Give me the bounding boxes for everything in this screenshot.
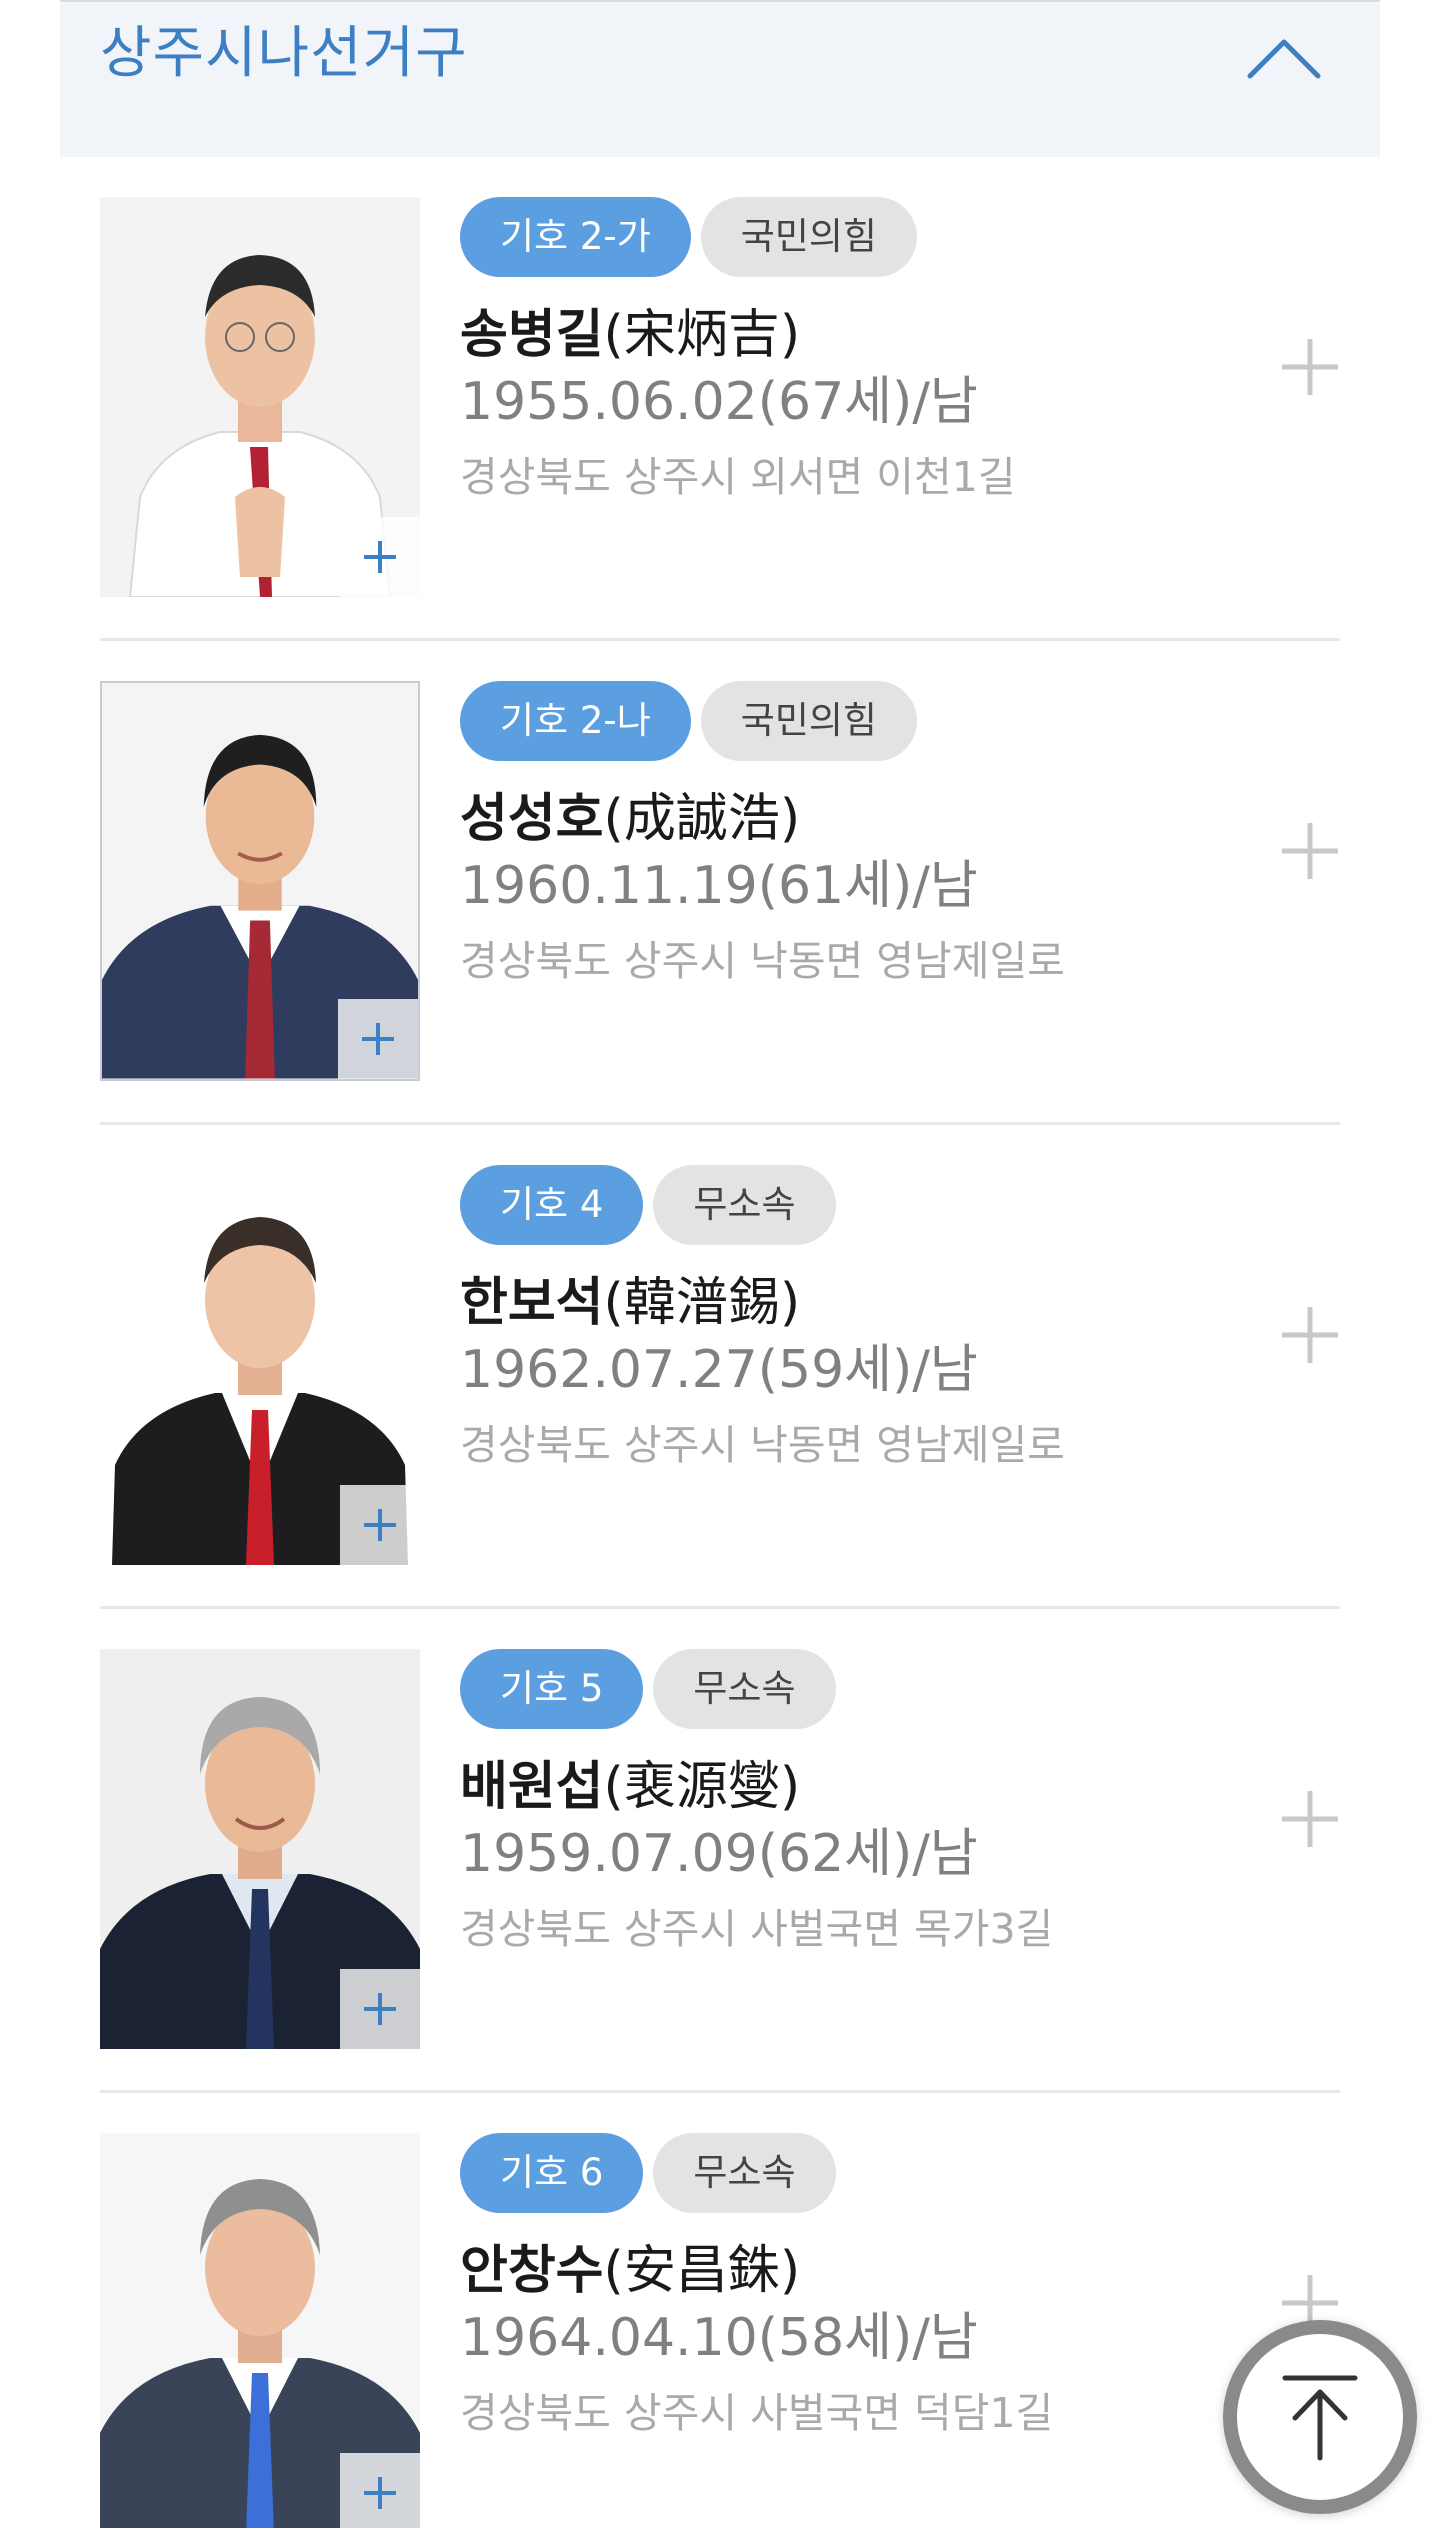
expand-button[interactable] [1280,821,1340,881]
candidate-hanja: (宋炳吉) [603,305,801,365]
party-badge: 국민의힘 [700,681,917,761]
ballot-number-badge: 기호 2-나 [460,681,691,761]
arrow-up-to-top-icon [1282,2375,1358,2461]
candidate-photo[interactable] [100,197,420,597]
ballot-number-badge: 기호 6 [460,2133,644,2213]
candidate-name-line: 배원섭(裵源燮) [460,1754,800,1820]
candidate-card[interactable]: 기호 4 무소속 한보석(韓潽錫) 1962.07.27(59세)/남 경상북도… [100,1125,1340,1609]
candidate-birth: 1960.11.19(61세)/남 [460,856,978,916]
candidate-address: 경상북도 상주시 낙동면 영남제일로 [460,937,1065,985]
plus-icon [364,1993,396,2025]
candidate-photo[interactable] [100,1165,420,1565]
candidate-badges: 기호 6 무소속 [460,2133,836,2213]
plus-icon [1282,823,1338,879]
candidate-card[interactable]: 기호 2-가 국민의힘 송병길(宋炳吉) 1955.06.02(67세)/남 경… [100,157,1340,641]
candidate-address: 경상북도 상주시 사벌국면 목가3길 [460,1905,1054,1953]
candidate-badges: 기호 2-가 국민의힘 [460,197,917,277]
party-badge: 국민의힘 [700,197,917,277]
chevron-up-icon [1247,39,1321,79]
candidate-hanja: (韓潽錫) [603,1273,801,1333]
candidate-name-line: 송병길(宋炳吉) [460,302,800,368]
party-badge: 무소속 [653,2133,836,2213]
candidate-photo[interactable] [100,2133,420,2528]
candidate-name: 성성호 [460,789,604,849]
candidate-birth: 1962.07.27(59세)/남 [460,1340,978,1400]
candidate-card[interactable]: 기호 5 무소속 배원섭(裵源燮) 1959.07.09(62세)/남 경상북도… [100,1609,1340,2093]
party-badge: 무소속 [653,1165,836,1245]
collapse-button[interactable] [1244,26,1324,90]
expand-button[interactable] [1280,337,1340,397]
candidate-name: 배원섭 [460,1757,604,1817]
plus-icon [364,541,396,573]
expand-button[interactable] [1280,1305,1340,1365]
candidate-hanja: (成誠浩) [603,789,801,849]
candidate-badges: 기호 2-나 국민의힘 [460,681,917,761]
ballot-number-badge: 기호 4 [460,1165,644,1245]
candidate-birth: 1959.07.09(62세)/남 [460,1824,978,1884]
candidate-address: 경상북도 상주시 낙동면 영남제일로 [460,1421,1065,1469]
candidate-birth: 1955.06.02(67세)/남 [460,372,978,432]
plus-icon [364,2477,396,2509]
photo-zoom-button[interactable] [340,2453,420,2528]
plus-icon [1282,339,1338,395]
candidate-address: 경상북도 상주시 외서면 이천1길 [460,453,1016,501]
candidate-hanja: (安昌銖) [603,2241,801,2301]
ballot-number-badge: 기호 2-가 [460,197,691,277]
candidate-badges: 기호 4 무소속 [460,1165,836,1245]
district-title: 상주시나선거구 [100,21,468,86]
photo-zoom-button[interactable] [340,517,420,597]
candidate-name-line: 안창수(安昌銖) [460,2238,800,2304]
candidate-card[interactable]: 기호 2-나 국민의힘 성성호(成誠浩) 1960.11.19(61세)/남 경… [100,641,1340,1125]
candidate-badges: 기호 5 무소속 [460,1649,836,1729]
candidate-name-line: 성성호(成誠浩) [460,786,800,852]
candidate-list: 기호 2-가 국민의힘 송병길(宋炳吉) 1955.06.02(67세)/남 경… [100,157,1340,2528]
district-header[interactable]: 상주시나선거구 [60,0,1380,157]
candidate-hanja: (裵源燮) [603,1757,801,1817]
candidate-name: 안창수 [460,2241,604,2301]
candidate-photo[interactable] [100,1649,420,2049]
candidate-name: 한보석 [460,1273,604,1333]
candidate-birth: 1964.04.10(58세)/남 [460,2308,978,2368]
ballot-number-badge: 기호 5 [460,1649,644,1729]
candidate-name-line: 한보석(韓潽錫) [460,1270,800,1336]
candidate-name: 송병길 [460,305,604,365]
party-badge: 무소속 [653,1649,836,1729]
plus-icon [364,1509,396,1541]
photo-zoom-button[interactable] [340,1969,420,2049]
plus-icon [1282,1791,1338,1847]
candidate-address: 경상북도 상주시 사벌국면 덕담1길 [460,2389,1054,2437]
plus-icon [362,1023,394,1055]
expand-button[interactable] [1280,1789,1340,1849]
candidate-photo[interactable] [100,681,420,1081]
photo-zoom-button[interactable] [338,999,418,1079]
page: 상주시나선거구 기호 2-가 국민의힘 송병길(宋炳吉) 1955.06.02(… [0,0,1440,2528]
scroll-to-top-button[interactable] [1223,2320,1417,2514]
photo-zoom-button[interactable] [340,1485,420,1565]
candidate-card[interactable]: 기호 6 무소속 안창수(安昌銖) 1964.04.10(58세)/남 경상북도… [100,2093,1340,2528]
plus-icon [1282,1307,1338,1363]
